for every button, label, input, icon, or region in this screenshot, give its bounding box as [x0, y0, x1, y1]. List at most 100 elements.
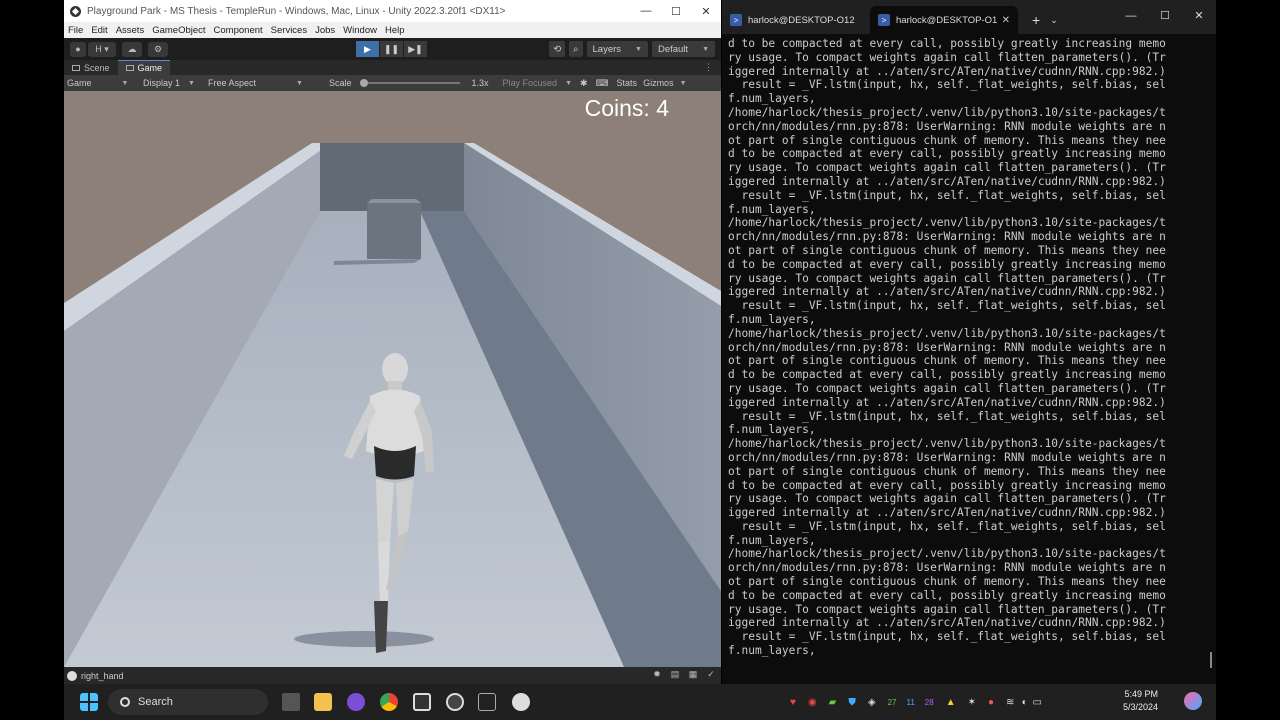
step-button[interactable]: ▶❚ — [404, 41, 427, 57]
menu-services[interactable]: Services — [267, 25, 311, 36]
menu-component[interactable]: Component — [210, 25, 267, 36]
aspect-dropdown[interactable]: Free Aspect ▼ — [208, 78, 326, 88]
terminal-line: iggered internally at ../aten/src/ATen/n… — [728, 174, 1166, 188]
pause-button[interactable]: ❚❚ — [380, 41, 403, 57]
gamepad-icon — [125, 65, 134, 71]
bug-icon[interactable]: ✹ — [651, 669, 663, 681]
maximize-button[interactable]: ☐ — [661, 5, 691, 18]
cache-icon[interactable]: ▤ — [669, 669, 681, 681]
check-icon[interactable]: ✓ — [705, 669, 717, 681]
search-icon — [120, 697, 130, 707]
keyboard-icon[interactable]: ⌨ — [596, 78, 609, 89]
menu-file[interactable]: File — [64, 25, 87, 36]
stats-button[interactable]: Stats — [617, 78, 638, 88]
windows-start-icon[interactable] — [80, 693, 98, 711]
menu-window[interactable]: Window — [339, 25, 381, 36]
collab-icon[interactable]: ● — [70, 41, 86, 57]
task-view-icon[interactable] — [282, 693, 300, 711]
game-view-toolbar: Game ▼ Display 1 ▼ Free Aspect ▼ Scale 1.3x … — [64, 75, 721, 91]
play-button[interactable]: ▶ — [356, 41, 379, 57]
chrome-icon[interactable] — [380, 693, 398, 711]
app-icon[interactable] — [347, 693, 365, 711]
bluetooth-icon[interactable]: ✶ — [968, 697, 976, 708]
menu-bar: File Edit Assets GameObject Component Se… — [64, 22, 721, 38]
kebab-menu-icon[interactable]: ⋮ — [704, 62, 713, 73]
tray-app-icon[interactable]: ◉ — [808, 697, 817, 708]
history-icon[interactable]: ⟲ — [549, 41, 566, 57]
copilot-icon[interactable] — [1184, 692, 1202, 710]
wifi-icon[interactable]: ≋ — [1006, 697, 1014, 708]
nvidia-icon[interactable]: ▰ — [829, 697, 837, 708]
cloud-icon[interactable]: ☁ — [122, 41, 142, 57]
terminal-tab-2[interactable]: > harlock@DESKTOP-O1 ✕ — [870, 6, 1018, 34]
terminal-line: f.num_layers, — [728, 92, 816, 106]
file-explorer-icon[interactable] — [314, 693, 332, 711]
close-tab-icon[interactable]: ✕ — [1002, 15, 1010, 26]
terminal-line: result = _VF.lstm(input, hx, self._flat_… — [728, 519, 1166, 533]
menu-edit[interactable]: Edit — [87, 25, 111, 36]
tray-counter-2[interactable]: 11 — [906, 698, 914, 707]
aspect-label: Free Aspect — [208, 78, 257, 88]
lighting-icon[interactable]: ▦ — [687, 669, 699, 681]
terminal-line: ot part of single contiguous chunk of me… — [728, 354, 1166, 368]
status-icons: ✹ ▤ ▦ ✓ — [645, 669, 717, 681]
obstacle-box — [367, 203, 421, 259]
close-button[interactable]: ✕ — [1182, 0, 1216, 32]
maximize-button[interactable]: ☐ — [1148, 0, 1182, 32]
menu-jobs[interactable]: Jobs — [311, 25, 339, 36]
search-icon[interactable]: ⌕ — [569, 41, 583, 57]
taskbar-search[interactable]: Search — [108, 689, 268, 715]
terminal-window-controls: — ☐ ✕ — [1114, 0, 1216, 32]
microphone-icon[interactable]: ● — [988, 697, 994, 708]
scale-control[interactable]: Scale 1.3x — [329, 78, 489, 88]
layers-dropdown[interactable]: Layers ▼ — [586, 41, 648, 57]
account-dropdown[interactable]: H ▾ — [88, 41, 116, 57]
tab-game-label: Game — [137, 63, 163, 73]
close-button[interactable]: ✕ — [691, 5, 721, 18]
minimize-button[interactable]: — — [631, 5, 661, 17]
warning-icon[interactable]: ▲ — [946, 697, 956, 708]
terminal-line: /home/harlock/thesis_project/.venv/lib/p… — [728, 547, 1166, 561]
tray-unity-icon[interactable]: ◈ — [868, 697, 876, 708]
terminal-line: ot part of single contiguous chunk of me… — [728, 133, 1166, 147]
display-label: Display 1 — [143, 78, 181, 88]
tray-counter-3[interactable]: 28 — [925, 698, 934, 707]
unity-logo-icon — [70, 5, 81, 17]
terminal-output[interactable]: d to be compacted at every call, possibl… — [728, 37, 1208, 658]
mute-icon[interactable]: ✱ — [580, 78, 588, 89]
display-dropdown[interactable]: Display 1 ▼ — [143, 78, 198, 88]
gizmos-button[interactable]: Gizmos — [643, 78, 674, 88]
layout-dropdown[interactable]: Default ▼ — [651, 41, 715, 57]
chevron-down-icon[interactable]: ▼ — [677, 80, 687, 87]
shield-icon[interactable]: ⛊ — [848, 697, 856, 708]
menu-help[interactable]: Help — [381, 25, 409, 36]
terminal-tab-1[interactable]: > harlock@DESKTOP-O12 — [722, 6, 870, 34]
powershell-icon: > — [730, 14, 742, 26]
menu-assets[interactable]: Assets — [112, 25, 149, 36]
tray-heart-icon[interactable]: ♥ — [790, 697, 796, 708]
scale-slider[interactable] — [359, 79, 460, 87]
battery-icon[interactable]: ▭ — [1032, 697, 1041, 708]
clock-date: 5/3/2024 — [1122, 702, 1158, 712]
services-icon[interactable]: ⚙ — [148, 41, 168, 57]
volume-icon[interactable]: ◖ — [1020, 697, 1026, 708]
tray-counter-1[interactable]: 27 — [888, 698, 897, 707]
clock[interactable]: 5:49 PM 5/3/2024 — [1112, 688, 1158, 714]
unity-editor-icon[interactable] — [446, 693, 464, 711]
chevron-down-icon[interactable]: ⌄ — [1050, 15, 1058, 26]
skull-app-icon[interactable] — [512, 693, 530, 711]
play-focused-dropdown[interactable]: Play Focused ▼ — [503, 78, 572, 88]
mode-dropdown[interactable]: Game ▼ — [67, 78, 133, 88]
game-viewport[interactable]: Coins: 4 — [64, 91, 721, 667]
terminal-scrollbar[interactable] — [1210, 652, 1212, 668]
unity-hub-icon[interactable] — [413, 693, 431, 711]
terminal-line: result = _VF.lstm(input, hx, self._flat_… — [728, 188, 1166, 202]
terminal-line: /home/harlock/thesis_project/.venv/lib/p… — [728, 216, 1166, 230]
tab-scene[interactable]: Scene — [64, 60, 118, 75]
menu-gameobject[interactable]: GameObject — [148, 25, 209, 36]
tab-game[interactable]: Game — [117, 60, 171, 75]
minimize-button[interactable]: — — [1114, 0, 1148, 32]
taskbar: Search ♥ ◉ ▰ ⛊ ◈ 27 11 28 ▲ ✶ ● ≋ ◖ ▭ 5:… — [64, 684, 1216, 720]
new-tab-button[interactable]: + — [1032, 12, 1040, 28]
terminal-icon[interactable] — [478, 693, 496, 711]
